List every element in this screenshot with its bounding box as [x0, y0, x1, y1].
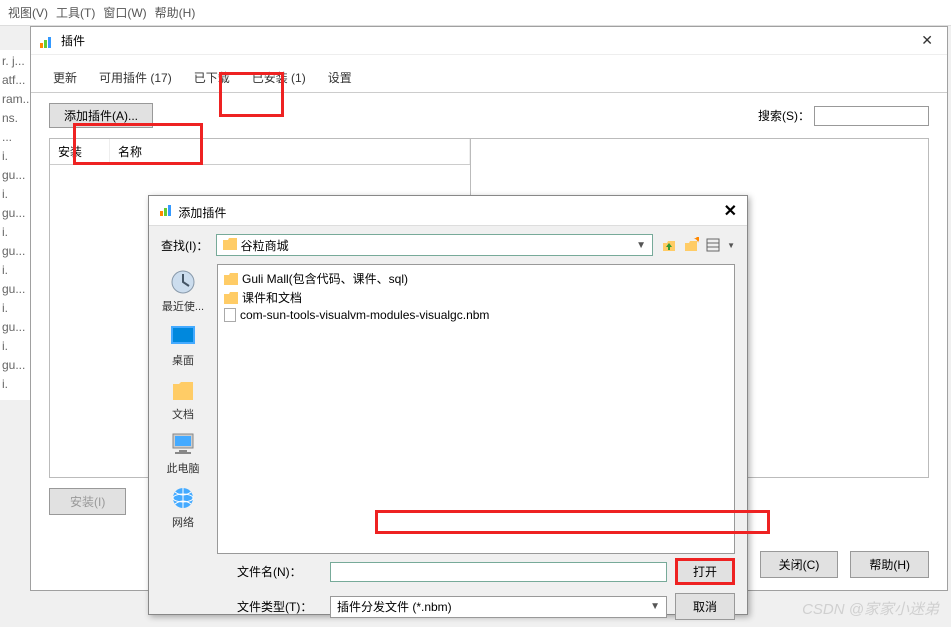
- close-button[interactable]: 关闭(C): [760, 551, 839, 578]
- folder-icon: [224, 273, 238, 285]
- cancel-button[interactable]: 取消: [675, 593, 735, 620]
- watermark: CSDN @家家小迷弟: [802, 598, 939, 619]
- open-button[interactable]: 打开: [675, 558, 735, 585]
- up-folder-icon[interactable]: [661, 237, 677, 253]
- computer-icon: [167, 430, 199, 458]
- desktop-icon: [167, 322, 199, 350]
- filetype-dropdown[interactable]: 插件分发文件 (*.nbm) ▼: [330, 596, 667, 618]
- folder-icon: [224, 292, 238, 304]
- tab-settings[interactable]: 设置: [318, 63, 362, 92]
- tab-available[interactable]: 可用插件 (17): [89, 63, 182, 92]
- view-mode-icon[interactable]: [705, 237, 721, 253]
- col-name[interactable]: 名称: [110, 139, 470, 164]
- place-desktop[interactable]: 桌面: [167, 322, 199, 368]
- place-network[interactable]: 网络: [167, 484, 199, 530]
- place-computer[interactable]: 此电脑: [167, 430, 200, 476]
- search-label: 搜索(S)：: [758, 107, 810, 124]
- file-open-dialog: 添加插件 ✕ 查找(I)： 谷粒商城 ▼ ✦ ▼ 最近使...: [148, 195, 748, 615]
- list-item[interactable]: Guli Mall(包含代码、课件、sql): [222, 269, 730, 288]
- chevron-down-icon: ▼: [650, 601, 660, 612]
- recent-icon: [167, 268, 199, 296]
- help-button[interactable]: 帮助(H): [850, 551, 929, 578]
- add-plugin-button[interactable]: 添加插件(A)...: [49, 103, 153, 128]
- filetype-label: 文件类型(T)：: [237, 598, 322, 615]
- toolbar: 添加插件(A)... 搜索(S)：: [31, 93, 947, 138]
- menu-tools[interactable]: 工具(T): [56, 4, 95, 21]
- place-documents[interactable]: 文档: [167, 376, 199, 422]
- menu-window[interactable]: 窗口(W): [103, 4, 146, 21]
- tabs-row: 更新 可用插件 (17) 已下载 已安装 (1) 设置: [31, 55, 947, 93]
- tab-updates[interactable]: 更新: [43, 63, 87, 92]
- filename-label: 文件名(N)：: [237, 563, 322, 580]
- search-input[interactable]: [814, 106, 929, 126]
- lookin-label: 查找(I)：: [161, 237, 208, 254]
- places-bar: 最近使... 桌面 文档 此电脑 网络: [149, 264, 217, 554]
- install-button[interactable]: 安装(I): [49, 488, 126, 515]
- file-list[interactable]: Guli Mall(包含代码、课件、sql) 课件和文档 com-sun-too…: [217, 264, 735, 554]
- visualvm-icon: [39, 33, 55, 49]
- chevron-down-icon: ▼: [636, 240, 646, 251]
- menubar: 视图(V) 工具(T) 窗口(W) 帮助(H): [0, 0, 951, 26]
- new-folder-icon[interactable]: ✦: [683, 237, 699, 253]
- menu-view[interactable]: 视图(V): [8, 4, 48, 21]
- list-item[interactable]: com-sun-tools-visualvm-modules-visualgc.…: [222, 307, 730, 323]
- visualvm-icon: [159, 201, 175, 217]
- file-dialog-titlebar: 添加插件 ✕: [149, 196, 747, 226]
- close-icon[interactable]: ✕: [915, 30, 939, 51]
- place-recent[interactable]: 最近使...: [162, 268, 204, 314]
- tab-installed[interactable]: 已安装 (1): [242, 63, 316, 92]
- close-icon[interactable]: ✕: [724, 201, 737, 221]
- menu-help[interactable]: 帮助(H): [155, 4, 196, 21]
- background-text: r. j...atf...ram... ns. ...i. gu...i. gu…: [0, 50, 30, 400]
- filename-input[interactable]: [330, 562, 667, 582]
- file-dialog-title: 添加插件: [178, 206, 226, 220]
- file-icon: [224, 308, 236, 322]
- lookin-dropdown[interactable]: 谷粒商城 ▼: [216, 234, 653, 256]
- plugins-title: 插件: [61, 32, 85, 49]
- list-item[interactable]: 课件和文档: [222, 288, 730, 307]
- documents-icon: [167, 376, 199, 404]
- folder-icon: [223, 238, 237, 250]
- chevron-down-icon[interactable]: ▼: [727, 241, 735, 250]
- plugins-titlebar: 插件 ✕: [31, 27, 947, 55]
- col-install[interactable]: 安装: [50, 139, 110, 164]
- tab-downloaded[interactable]: 已下载: [184, 63, 240, 92]
- network-icon: [167, 484, 199, 512]
- svg-text:✦: ✦: [693, 237, 699, 246]
